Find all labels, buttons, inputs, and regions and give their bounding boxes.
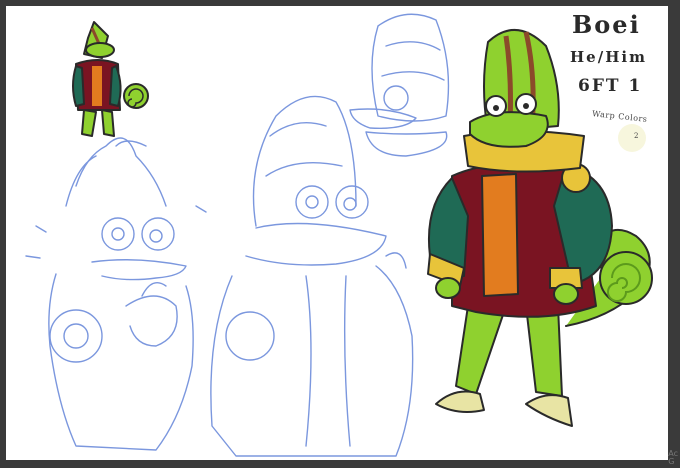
artwork-canvas: Boei He/Him 6FT 1 Warp Colors 2 [6,6,668,460]
sketch-head-study [349,13,450,157]
character-height: 6FT 1 [578,76,643,96]
color-swatch-glow [618,124,646,152]
character-name: Boei [572,10,641,39]
small-color-reference [72,21,149,137]
sketch-pose-thinking [25,137,207,451]
os-activation-watermark: Ac G [668,449,678,466]
color-note-number: 2 [634,132,641,140]
sketch-pose-front [210,95,414,457]
character-pronouns: He/Him [570,48,647,66]
character-sheet-drawing [25,13,653,457]
